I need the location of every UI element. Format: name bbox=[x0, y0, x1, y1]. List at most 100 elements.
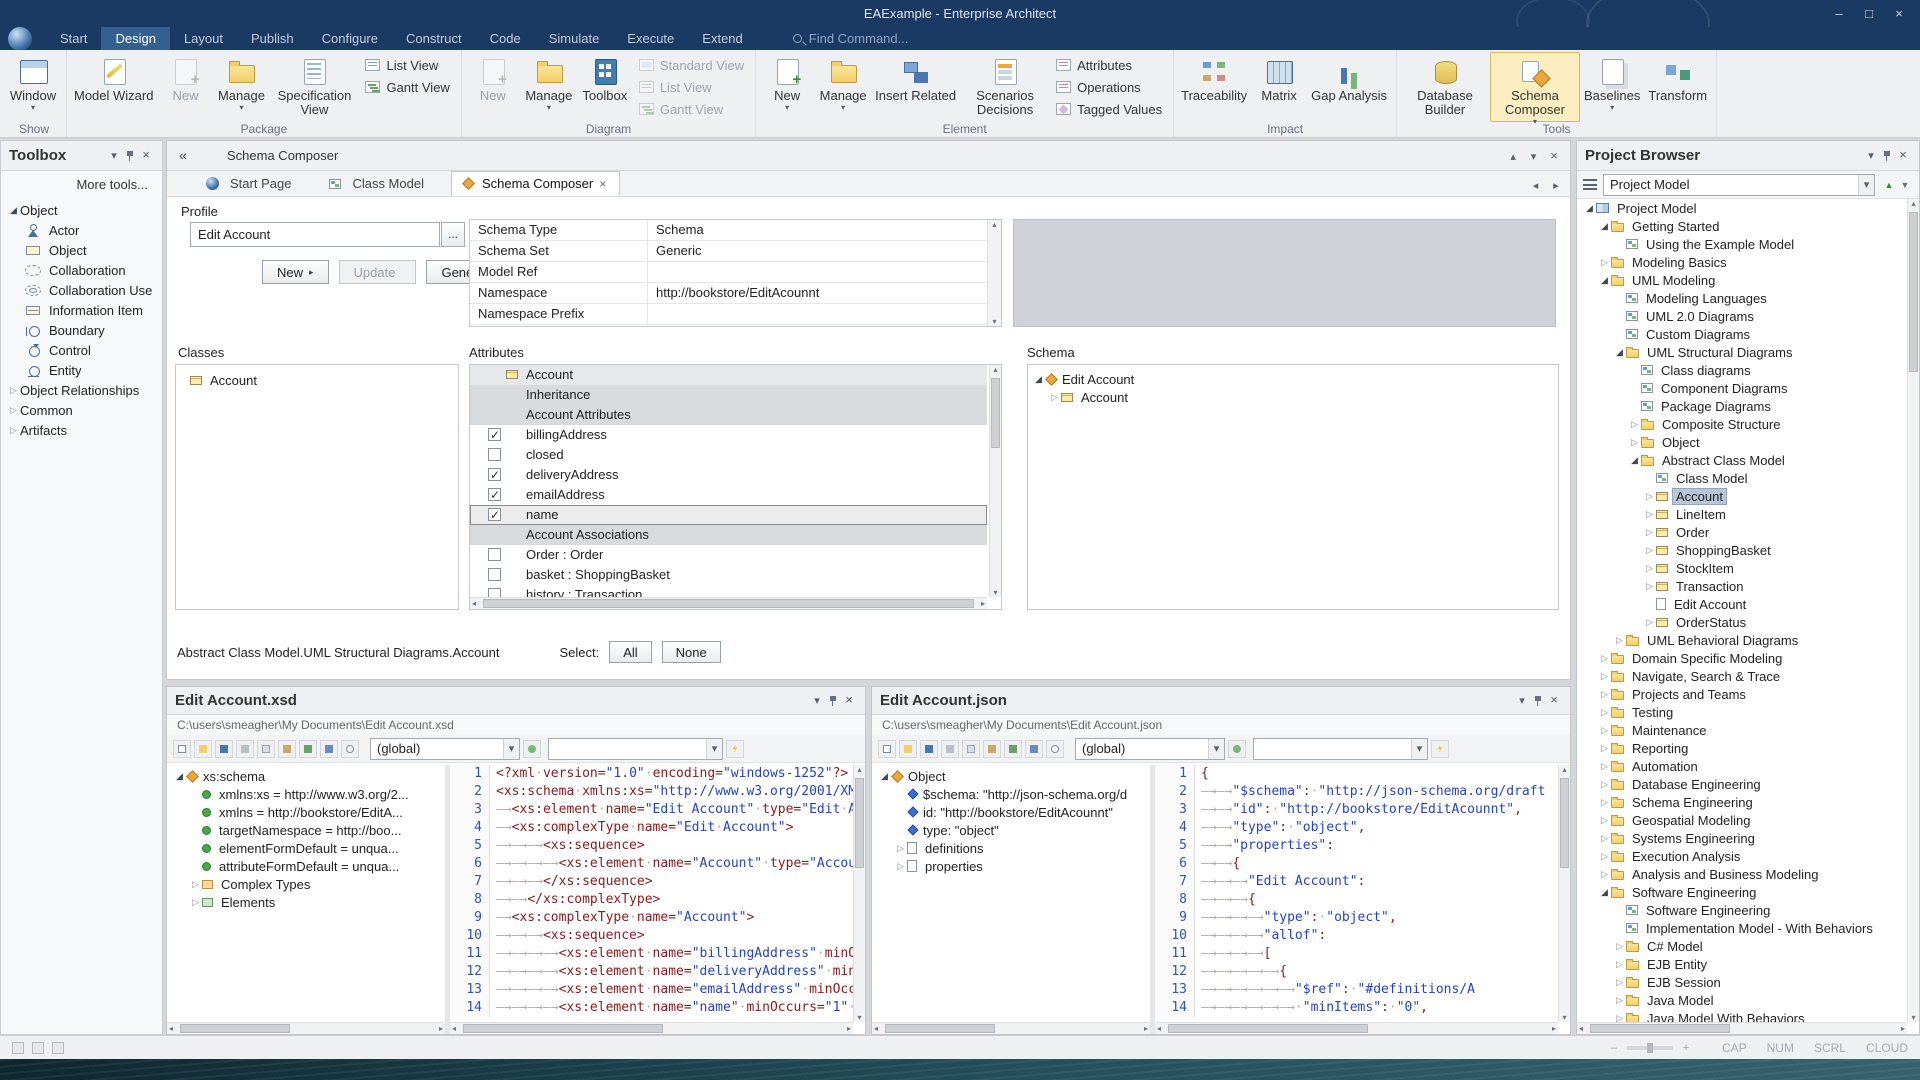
project-tree-item[interactable]: Database Engineering bbox=[1579, 775, 1907, 793]
project-tree-item[interactable]: Abstract Class Model bbox=[1579, 451, 1907, 469]
pin-icon[interactable] bbox=[1882, 149, 1892, 162]
project-tree-item[interactable]: StockItem bbox=[1579, 559, 1907, 577]
project-tree-item[interactable]: Custom Diagrams bbox=[1579, 325, 1907, 343]
project-tree-item[interactable]: UML 2.0 Diagrams bbox=[1579, 307, 1907, 325]
editor-toolbar-icon[interactable] bbox=[299, 740, 317, 758]
tree-item[interactable]: targetNamespace = http://boo... bbox=[169, 821, 445, 839]
tree-arrow-icon[interactable] bbox=[894, 861, 907, 872]
tree-arrow-icon[interactable] bbox=[1613, 635, 1626, 646]
select-none-button[interactable]: None bbox=[662, 641, 721, 663]
chevron-down-icon[interactable] bbox=[106, 149, 122, 163]
project-tree-item[interactable]: UML Structural Diagrams bbox=[1579, 343, 1907, 361]
schema-tree-item[interactable]: Account bbox=[1028, 388, 1558, 406]
schema-tree-item[interactable]: Edit Account bbox=[1028, 370, 1558, 388]
tree-item[interactable]: type: "object" bbox=[874, 821, 1150, 839]
project-tree-item[interactable]: EJB Session bbox=[1579, 973, 1907, 991]
toolbox-item[interactable]: Boundary bbox=[1, 320, 162, 340]
editor-toolbar-icon[interactable] bbox=[341, 740, 359, 758]
ribbon-button[interactable]: Gap Analysis bbox=[1307, 52, 1391, 122]
ribbon-tab[interactable]: Configure bbox=[308, 27, 392, 50]
property-row[interactable]: Schema Set Generic bbox=[470, 241, 987, 262]
zoom-control[interactable] bbox=[1606, 1041, 1694, 1055]
project-tree-item[interactable]: Edit Account bbox=[1579, 595, 1907, 613]
tree-item[interactable]: id: "http://bookstore/EditAcounnt" bbox=[874, 803, 1150, 821]
ribbon-tab[interactable]: Extend bbox=[688, 27, 756, 50]
ribbon-button[interactable]: Specification View bbox=[269, 52, 359, 122]
tree-arrow-icon[interactable] bbox=[1613, 995, 1626, 1006]
tree-item[interactable]: $schema: "http://json-schema.org/d bbox=[874, 785, 1150, 803]
pin-icon[interactable] bbox=[1533, 694, 1543, 707]
vertical-scrollbar[interactable] bbox=[1907, 199, 1919, 1022]
tree-arrow-icon[interactable] bbox=[1598, 833, 1611, 844]
tree-arrow-icon[interactable] bbox=[1598, 779, 1611, 790]
ribbon-small-button[interactable]: Standard View bbox=[635, 54, 752, 76]
tree-arrow-icon[interactable] bbox=[1598, 671, 1611, 682]
project-tree-item[interactable]: LineItem bbox=[1579, 505, 1907, 523]
editor-toolbar-icon[interactable] bbox=[236, 740, 254, 758]
profile-name-field[interactable]: Edit Account bbox=[190, 222, 440, 247]
run-icon[interactable] bbox=[726, 740, 744, 758]
profile-button[interactable]: Update bbox=[339, 260, 417, 284]
ribbon-button[interactable]: Baselines ▾ bbox=[1580, 52, 1644, 122]
attribute-checkbox[interactable] bbox=[488, 588, 501, 597]
project-tree-item[interactable]: Software Engineering bbox=[1579, 901, 1907, 919]
horizontal-scrollbar[interactable] bbox=[872, 1022, 1150, 1034]
project-tree-item[interactable]: Java Model bbox=[1579, 991, 1907, 1009]
tree-arrow-icon[interactable] bbox=[1643, 617, 1656, 628]
tree-item[interactable]: xs:schema bbox=[169, 767, 445, 785]
vertical-scrollbar[interactable] bbox=[1558, 765, 1570, 1022]
close-icon[interactable] bbox=[138, 148, 154, 163]
toolbox-item[interactable]: Actor bbox=[1, 220, 162, 240]
ribbon-button[interactable]: Manage ▾ bbox=[521, 52, 577, 122]
tab-scroll-right-icon[interactable] bbox=[1548, 179, 1564, 193]
vertical-scrollbar[interactable] bbox=[987, 220, 1001, 326]
tree-item[interactable]: xmlns:xs = http://www.w3.org/2... bbox=[169, 785, 445, 803]
ribbon-small-button[interactable]: Operations bbox=[1052, 76, 1170, 98]
tree-arrow-icon[interactable] bbox=[1598, 887, 1611, 898]
expand-icon[interactable] bbox=[1897, 178, 1913, 192]
project-tree-item[interactable]: Execution Analysis bbox=[1579, 847, 1907, 865]
tree-arrow-icon[interactable] bbox=[878, 771, 891, 782]
toolbox-item[interactable]: Information Item bbox=[1, 300, 162, 320]
project-tree-item[interactable]: Implementation Model - With Behaviors bbox=[1579, 919, 1907, 937]
tree-arrow-icon[interactable] bbox=[1598, 761, 1611, 772]
ribbon-small-button[interactable]: Attributes bbox=[1052, 54, 1170, 76]
project-tree-item[interactable]: Class diagrams bbox=[1579, 361, 1907, 379]
ribbon-button[interactable]: Window ▾ bbox=[5, 52, 61, 122]
ribbon-button[interactable]: Schema Composer ▾ bbox=[1490, 52, 1580, 122]
zoom-out-icon[interactable] bbox=[1606, 1041, 1622, 1055]
vertical-scrollbar[interactable] bbox=[989, 365, 1001, 597]
document-tab[interactable]: Start Page bbox=[195, 171, 318, 196]
project-tree-item[interactable]: Schema Engineering bbox=[1579, 793, 1907, 811]
menu-icon[interactable] bbox=[1583, 179, 1597, 190]
tree-arrow-icon[interactable] bbox=[1613, 977, 1626, 988]
attribute-row[interactable]: deliveryAddress bbox=[470, 465, 987, 485]
horizontal-scrollbar[interactable] bbox=[167, 1022, 445, 1034]
symbol-combobox[interactable] bbox=[548, 738, 723, 760]
collapse-all-icon[interactable] bbox=[1881, 178, 1897, 192]
project-tree-item[interactable]: Projects and Teams bbox=[1579, 685, 1907, 703]
horizontal-scrollbar[interactable] bbox=[450, 1022, 853, 1034]
chevron-down-icon[interactable] bbox=[1863, 149, 1879, 163]
ribbon-button[interactable]: Manage ▾ bbox=[213, 52, 269, 122]
zoom-in-icon[interactable] bbox=[1678, 1041, 1694, 1055]
attribute-row[interactable]: basket : ShoppingBasket bbox=[470, 565, 987, 585]
tree-item[interactable]: definitions bbox=[874, 839, 1150, 857]
project-tree-item[interactable]: UML Behavioral Diagrams bbox=[1579, 631, 1907, 649]
attribute-checkbox[interactable] bbox=[488, 548, 501, 561]
document-tab[interactable]: Class Model bbox=[318, 171, 451, 196]
tree-arrow-icon[interactable] bbox=[1598, 869, 1611, 880]
ribbon-button[interactable]: Insert Related bbox=[871, 52, 960, 122]
project-tree-item[interactable]: Analysis and Business Modeling bbox=[1579, 865, 1907, 883]
attribute-row[interactable]: name bbox=[470, 505, 987, 525]
tab-scroll-left-icon[interactable] bbox=[1528, 179, 1544, 193]
close-icon[interactable] bbox=[1546, 693, 1562, 708]
tree-arrow-icon[interactable] bbox=[1598, 275, 1611, 286]
zoom-slider[interactable] bbox=[1627, 1046, 1673, 1050]
tree-arrow-icon[interactable] bbox=[1628, 455, 1641, 466]
project-tree-item[interactable]: Automation bbox=[1579, 757, 1907, 775]
tree-arrow-icon[interactable] bbox=[1048, 392, 1061, 403]
app-logo-icon[interactable] bbox=[8, 27, 32, 51]
collapse-panel-icon[interactable] bbox=[175, 148, 191, 164]
tree-arrow-icon[interactable] bbox=[1032, 374, 1045, 385]
